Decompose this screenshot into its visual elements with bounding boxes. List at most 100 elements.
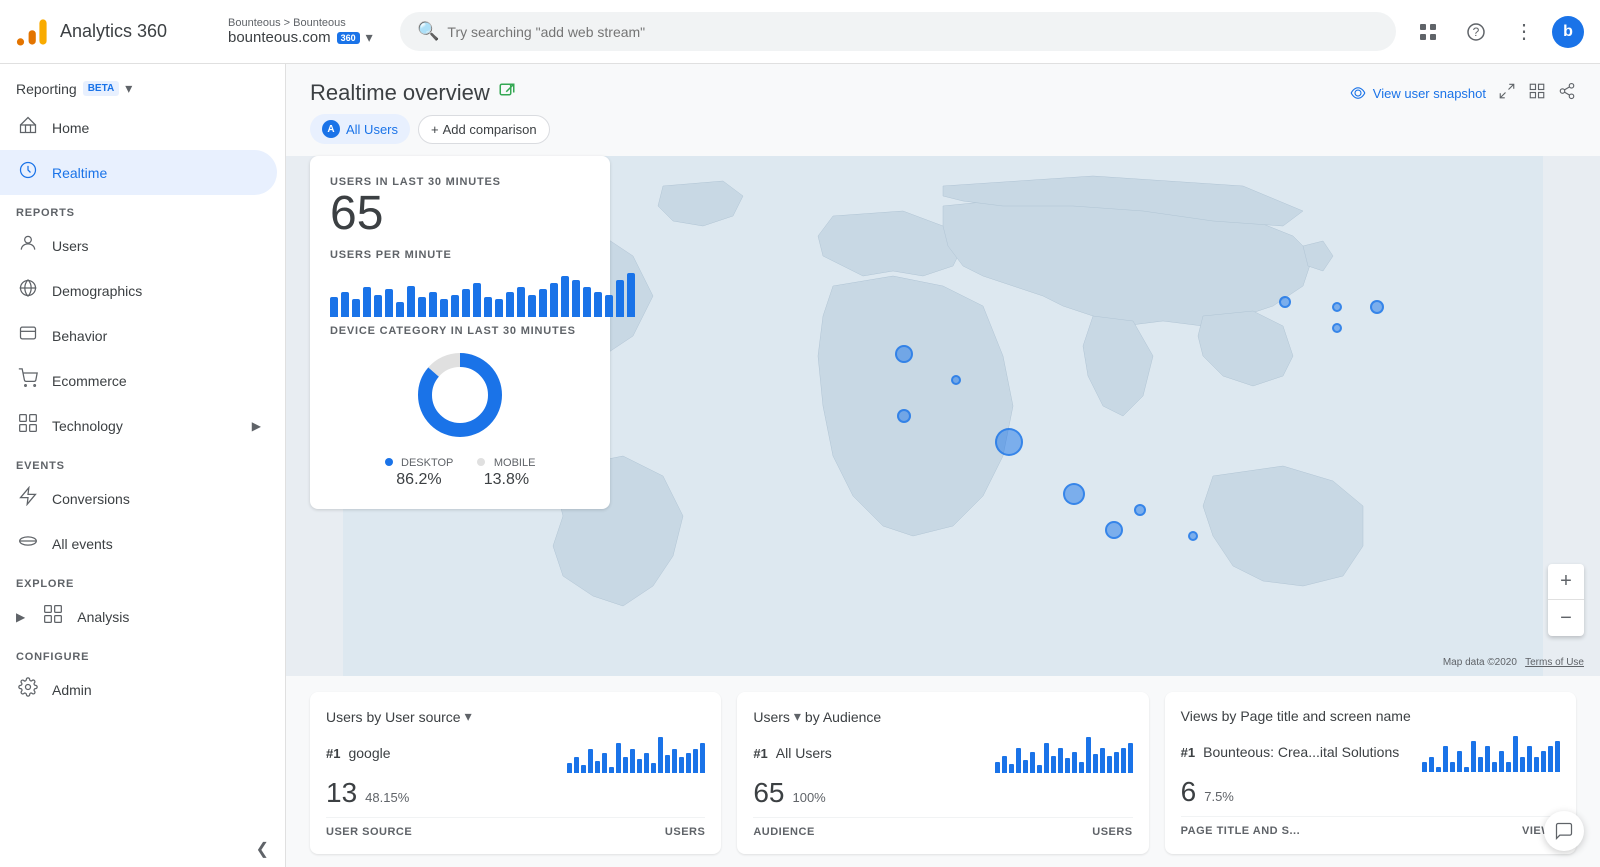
technology-icon [16, 413, 40, 438]
header-actions: View user snapshot [1349, 82, 1576, 105]
grid-icon [1418, 22, 1438, 42]
all-users-label: All Users [346, 122, 398, 137]
sidebar-item-home[interactable]: Home [0, 105, 277, 150]
mini-bar-item [1499, 751, 1504, 772]
apps-grid-button[interactable] [1408, 12, 1448, 52]
page-title-minibars [1399, 732, 1560, 772]
card-title-page-title: Views by Page title and screen name [1181, 708, 1560, 724]
mini-bar-item [1534, 757, 1539, 772]
bar-item [484, 297, 492, 317]
mini-bar-item [1520, 757, 1525, 772]
chat-button[interactable] [1544, 811, 1584, 851]
more-options-button[interactable]: ⋮ [1504, 12, 1544, 52]
mini-bar-item [630, 749, 635, 773]
sidebar-item-behavior[interactable]: Behavior [0, 313, 277, 358]
snapshot-icon [1349, 84, 1367, 102]
all-users-chip[interactable]: A All Users [310, 114, 410, 144]
share-button[interactable] [1558, 82, 1576, 105]
conversions-icon [16, 486, 40, 511]
mini-bar-item [595, 761, 600, 773]
sidebar-nav: Home Realtime REPORTS [0, 105, 285, 831]
bar-item [583, 287, 591, 316]
technology-expand-icon: ▶ [252, 419, 261, 433]
page-title-chart [1422, 732, 1560, 772]
sidebar-item-ecommerce[interactable]: Ecommerce [0, 358, 277, 403]
view-snapshot-button[interactable]: View user snapshot [1349, 84, 1486, 102]
bar-item [528, 295, 536, 317]
fullscreen-button[interactable] [1498, 82, 1516, 105]
bar-item [385, 289, 393, 316]
mini-bar-item [1030, 752, 1035, 773]
map-bubble [951, 375, 961, 385]
audience-dropdown-icon[interactable]: ▾ [794, 708, 801, 725]
zoom-in-button[interactable]: + [1548, 564, 1584, 600]
user-source-dropdown-icon[interactable]: ▾ [465, 708, 472, 725]
home-icon [16, 115, 40, 140]
sidebar-item-demographics-label: Demographics [52, 283, 142, 299]
title-external-icon[interactable] [498, 82, 516, 105]
account-path: Bounteous > Bounteous [228, 17, 388, 29]
mini-bar-item [1436, 767, 1441, 772]
search-input[interactable] [447, 24, 1379, 40]
zoom-out-button[interactable]: − [1548, 600, 1584, 636]
bar-item [374, 295, 382, 317]
mini-bar-item [1086, 737, 1091, 773]
sidebar-item-demographics[interactable]: Demographics [0, 268, 277, 313]
sidebar-item-all-events[interactable]: All events [0, 521, 277, 566]
donut-labels: DESKTOP 86.2% MOBILE 13.8% [385, 453, 536, 489]
desktop-pct: 86.2% [385, 471, 454, 489]
topbar: Analytics 360 Bounteous > Bounteous boun… [0, 0, 1600, 64]
reporting-dropdown-icon[interactable]: ▾ [125, 80, 132, 97]
account-dropdown-icon[interactable]: ▾ [366, 29, 373, 46]
account-selector[interactable]: Bounteous > Bounteous bounteous.com 360 … [228, 17, 388, 46]
add-icon: + [431, 122, 439, 137]
sidebar-item-technology[interactable]: Technology ▶ [0, 403, 277, 448]
sidebar-collapse-button[interactable]: ❮ [0, 831, 285, 867]
card-count-row: 13 48.15% [326, 777, 705, 809]
search-bar[interactable]: 🔍 [400, 12, 1396, 51]
add-comparison-button[interactable]: + Add comparison [418, 115, 550, 144]
more-icon: ⋮ [1514, 19, 1534, 44]
sidebar-item-realtime[interactable]: Realtime [0, 150, 277, 195]
card-count-all-users: 65 [753, 777, 784, 809]
bar-item [418, 297, 426, 317]
sidebar-item-analysis[interactable]: ▶ Analysis [0, 594, 277, 639]
desktop-text: DESKTOP [401, 457, 453, 469]
user-source-minibars [391, 733, 706, 773]
mini-bar-item [1107, 756, 1112, 773]
mini-bar-item [665, 755, 670, 773]
mini-bar-item [1128, 743, 1133, 773]
chart-settings-button[interactable] [1528, 82, 1546, 105]
card-rank-2: #1 [753, 746, 767, 761]
card-title-audience: Users ▾ by Audience [753, 708, 1132, 725]
users-count: 65 [330, 188, 590, 241]
realtime-header: Realtime overview View user snapshot [286, 64, 1600, 114]
bar-item [539, 289, 547, 316]
sidebar-item-admin[interactable]: Admin [0, 667, 277, 712]
terms-of-use-link[interactable]: Terms of Use [1525, 657, 1584, 668]
users-per-minute-label: USERS PER MINUTE [330, 249, 590, 261]
sidebar-item-conversions-label: Conversions [52, 491, 130, 507]
mini-bar-item [995, 762, 1000, 773]
map-bubble [1279, 296, 1291, 308]
mini-bar-item [1002, 756, 1007, 773]
mini-bar-item [1037, 765, 1042, 773]
main-content: Realtime overview View user snapshot [286, 64, 1600, 867]
mobile-dot [477, 458, 485, 466]
sidebar-item-conversions[interactable]: Conversions [0, 476, 277, 521]
chat-icon [1554, 821, 1574, 841]
reporting-section[interactable]: Reporting BETA ▾ [0, 64, 285, 105]
mini-bar-item [1429, 757, 1434, 772]
card-count-google: 13 [326, 777, 357, 809]
sidebar-item-users[interactable]: Users [0, 223, 277, 268]
user-avatar[interactable]: b [1552, 16, 1584, 48]
mini-bar-item [1100, 748, 1105, 773]
map-bubble [895, 345, 913, 363]
help-button[interactable]: ? [1456, 12, 1496, 52]
users-icon [16, 233, 40, 258]
bottom-card-page-title: Views by Page title and screen name #1 B… [1165, 692, 1576, 854]
user-source-chart [567, 733, 705, 773]
bar-item [363, 287, 371, 316]
mini-bar-item [1443, 746, 1448, 772]
filter-bar: A All Users + Add comparison [286, 114, 1600, 156]
